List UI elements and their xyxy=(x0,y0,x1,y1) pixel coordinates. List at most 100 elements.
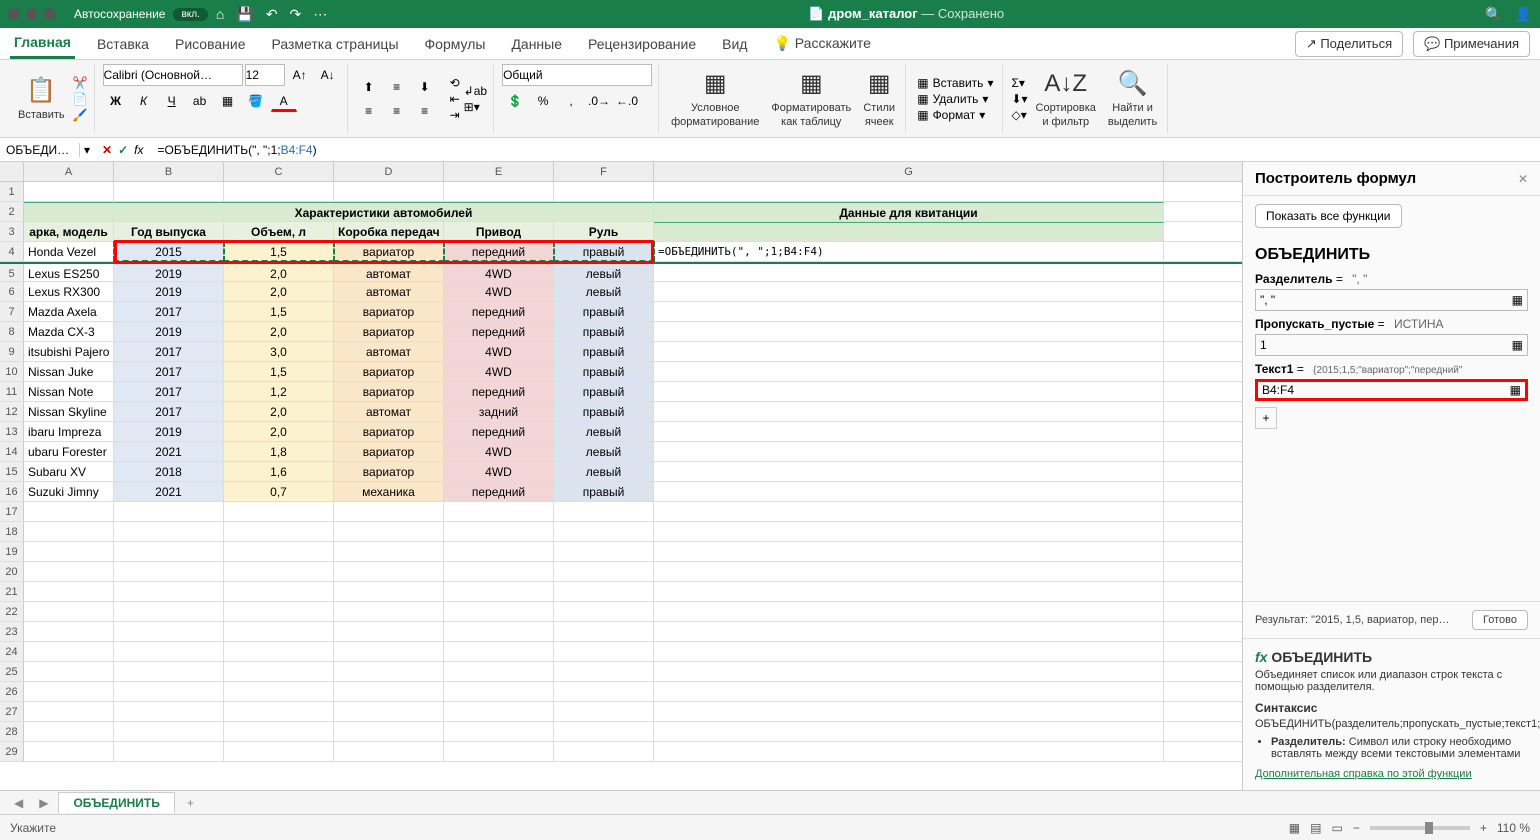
number-format-select[interactable] xyxy=(502,64,652,86)
cell[interactable]: 2,0 xyxy=(224,402,334,421)
sheet-tab[interactable]: ОБЪЕДИНИТЬ xyxy=(58,792,174,813)
more-icon[interactable]: ⋯ xyxy=(313,6,327,23)
cell[interactable]: Lexus RX300 xyxy=(24,282,114,301)
cell[interactable] xyxy=(444,502,554,521)
cell[interactable]: 1,5 xyxy=(224,362,334,381)
clear-icon[interactable]: ◇▾ xyxy=(1011,108,1027,122)
cell[interactable] xyxy=(654,342,1164,361)
cell[interactable] xyxy=(444,722,554,741)
account-icon[interactable]: 👤 xyxy=(1515,6,1532,23)
cell[interactable]: 1,5 xyxy=(224,302,334,321)
redo-icon[interactable]: ↷ xyxy=(290,6,302,23)
cell[interactable]: =ОБЪЕДИНИТЬ(", ";1;B4:F4) xyxy=(654,242,1164,261)
currency-icon[interactable]: 💲 xyxy=(502,90,528,112)
cell[interactable]: автомат xyxy=(334,402,444,421)
accept-formula-icon[interactable]: ✓ xyxy=(118,143,128,157)
tab-layout[interactable]: Разметка страницы xyxy=(268,30,403,58)
row-header[interactable]: 19 xyxy=(0,542,24,561)
name-box-dropdown-icon[interactable]: ▾ xyxy=(80,143,94,157)
autosum-icon[interactable]: Σ▾ xyxy=(1011,76,1027,90)
cell[interactable] xyxy=(24,522,114,541)
decimal-inc-icon[interactable]: .0→ xyxy=(586,90,612,112)
cell[interactable] xyxy=(224,602,334,621)
cell[interactable]: Subaru XV xyxy=(24,462,114,481)
row-header[interactable]: 8 xyxy=(0,322,24,341)
cell[interactable] xyxy=(444,702,554,721)
cell-styles-button[interactable]: ▦Стили ячеек xyxy=(859,66,899,130)
zoom-in-icon[interactable]: + xyxy=(1480,821,1487,835)
borders-button[interactable]: ▦ xyxy=(215,90,241,112)
cell[interactable] xyxy=(654,462,1164,481)
formula-input[interactable]: =ОБЪЕДИНИТЬ(", ";1;B4:F4) xyxy=(152,143,1540,157)
bold-button[interactable]: Ж xyxy=(103,90,129,112)
align-left-icon[interactable]: ≡ xyxy=(356,100,382,122)
cell[interactable]: 2019 xyxy=(114,282,224,301)
row-header[interactable]: 23 xyxy=(0,622,24,641)
cut-icon[interactable]: ✂️ xyxy=(73,76,88,90)
zoom-slider[interactable] xyxy=(1370,826,1470,830)
cell[interactable] xyxy=(334,582,444,601)
cell[interactable]: левый xyxy=(554,462,654,481)
row-header[interactable]: 22 xyxy=(0,602,24,621)
cell[interactable]: 2017 xyxy=(114,402,224,421)
cell[interactable] xyxy=(224,722,334,741)
cell[interactable]: левый xyxy=(554,442,654,461)
cell[interactable]: правый xyxy=(554,242,654,261)
cell[interactable] xyxy=(114,742,224,761)
align-bottom-icon[interactable]: ⬇ xyxy=(412,76,438,98)
row-header[interactable]: 3 xyxy=(0,222,24,241)
cell[interactable] xyxy=(334,542,444,561)
cell[interactable]: Mazda CX-3 xyxy=(24,322,114,341)
row-header[interactable]: 13 xyxy=(0,422,24,441)
row-header[interactable]: 12 xyxy=(0,402,24,421)
cell[interactable] xyxy=(444,642,554,661)
cell[interactable] xyxy=(654,422,1164,441)
cell[interactable]: Nissan Skyline xyxy=(24,402,114,421)
cell[interactable] xyxy=(654,682,1164,701)
close-dot[interactable] xyxy=(8,8,20,20)
tab-insert[interactable]: Вставка xyxy=(93,30,153,58)
indent-inc-icon[interactable]: ⇥ xyxy=(450,108,460,122)
underline-button[interactable]: Ч xyxy=(159,90,185,112)
range-picker-icon[interactable]: ▦ xyxy=(1512,338,1523,352)
align-middle-icon[interactable]: ≡ xyxy=(384,76,410,98)
cell[interactable]: 3,0 xyxy=(224,342,334,361)
cell[interactable] xyxy=(554,602,654,621)
cell[interactable]: правый xyxy=(554,342,654,361)
cell[interactable]: 2017 xyxy=(114,382,224,401)
cell[interactable] xyxy=(24,502,114,521)
row-header[interactable]: 21 xyxy=(0,582,24,601)
cell[interactable]: 1,8 xyxy=(224,442,334,461)
row-header[interactable]: 25 xyxy=(0,662,24,681)
cell[interactable] xyxy=(654,622,1164,641)
cell[interactable] xyxy=(654,662,1164,681)
cell[interactable] xyxy=(114,522,224,541)
col-header-a[interactable]: A xyxy=(24,162,114,181)
cell[interactable]: 4WD xyxy=(444,342,554,361)
cell[interactable] xyxy=(24,642,114,661)
cell[interactable] xyxy=(334,662,444,681)
increase-font-icon[interactable]: A↑ xyxy=(287,64,313,86)
copy-icon[interactable]: 📄 xyxy=(73,92,88,106)
cell[interactable]: 2019 xyxy=(114,264,224,281)
cell[interactable]: 2019 xyxy=(114,422,224,441)
cell[interactable] xyxy=(654,722,1164,741)
cell[interactable] xyxy=(654,642,1164,661)
cell[interactable] xyxy=(114,722,224,741)
save-icon[interactable]: 💾 xyxy=(236,6,253,23)
add-argument-button[interactable]: + xyxy=(1255,407,1277,429)
cell[interactable] xyxy=(24,602,114,621)
cell[interactable]: Nissan Juke xyxy=(24,362,114,381)
cell[interactable] xyxy=(554,522,654,541)
sort-filter-button[interactable]: A↓ZСортировка и фильтр xyxy=(1032,66,1100,130)
cell[interactable] xyxy=(114,702,224,721)
strikethrough-button[interactable]: ab xyxy=(187,90,213,112)
undo-icon[interactable]: ↶ xyxy=(266,6,278,23)
cell[interactable]: левый xyxy=(554,422,654,441)
done-button[interactable]: Готово xyxy=(1472,610,1528,630)
cell[interactable]: Коробка передач xyxy=(334,222,444,241)
row-header[interactable]: 10 xyxy=(0,362,24,381)
cell[interactable] xyxy=(444,622,554,641)
cell[interactable]: 2,0 xyxy=(224,322,334,341)
merge-button[interactable]: ⊞▾ xyxy=(464,100,487,114)
